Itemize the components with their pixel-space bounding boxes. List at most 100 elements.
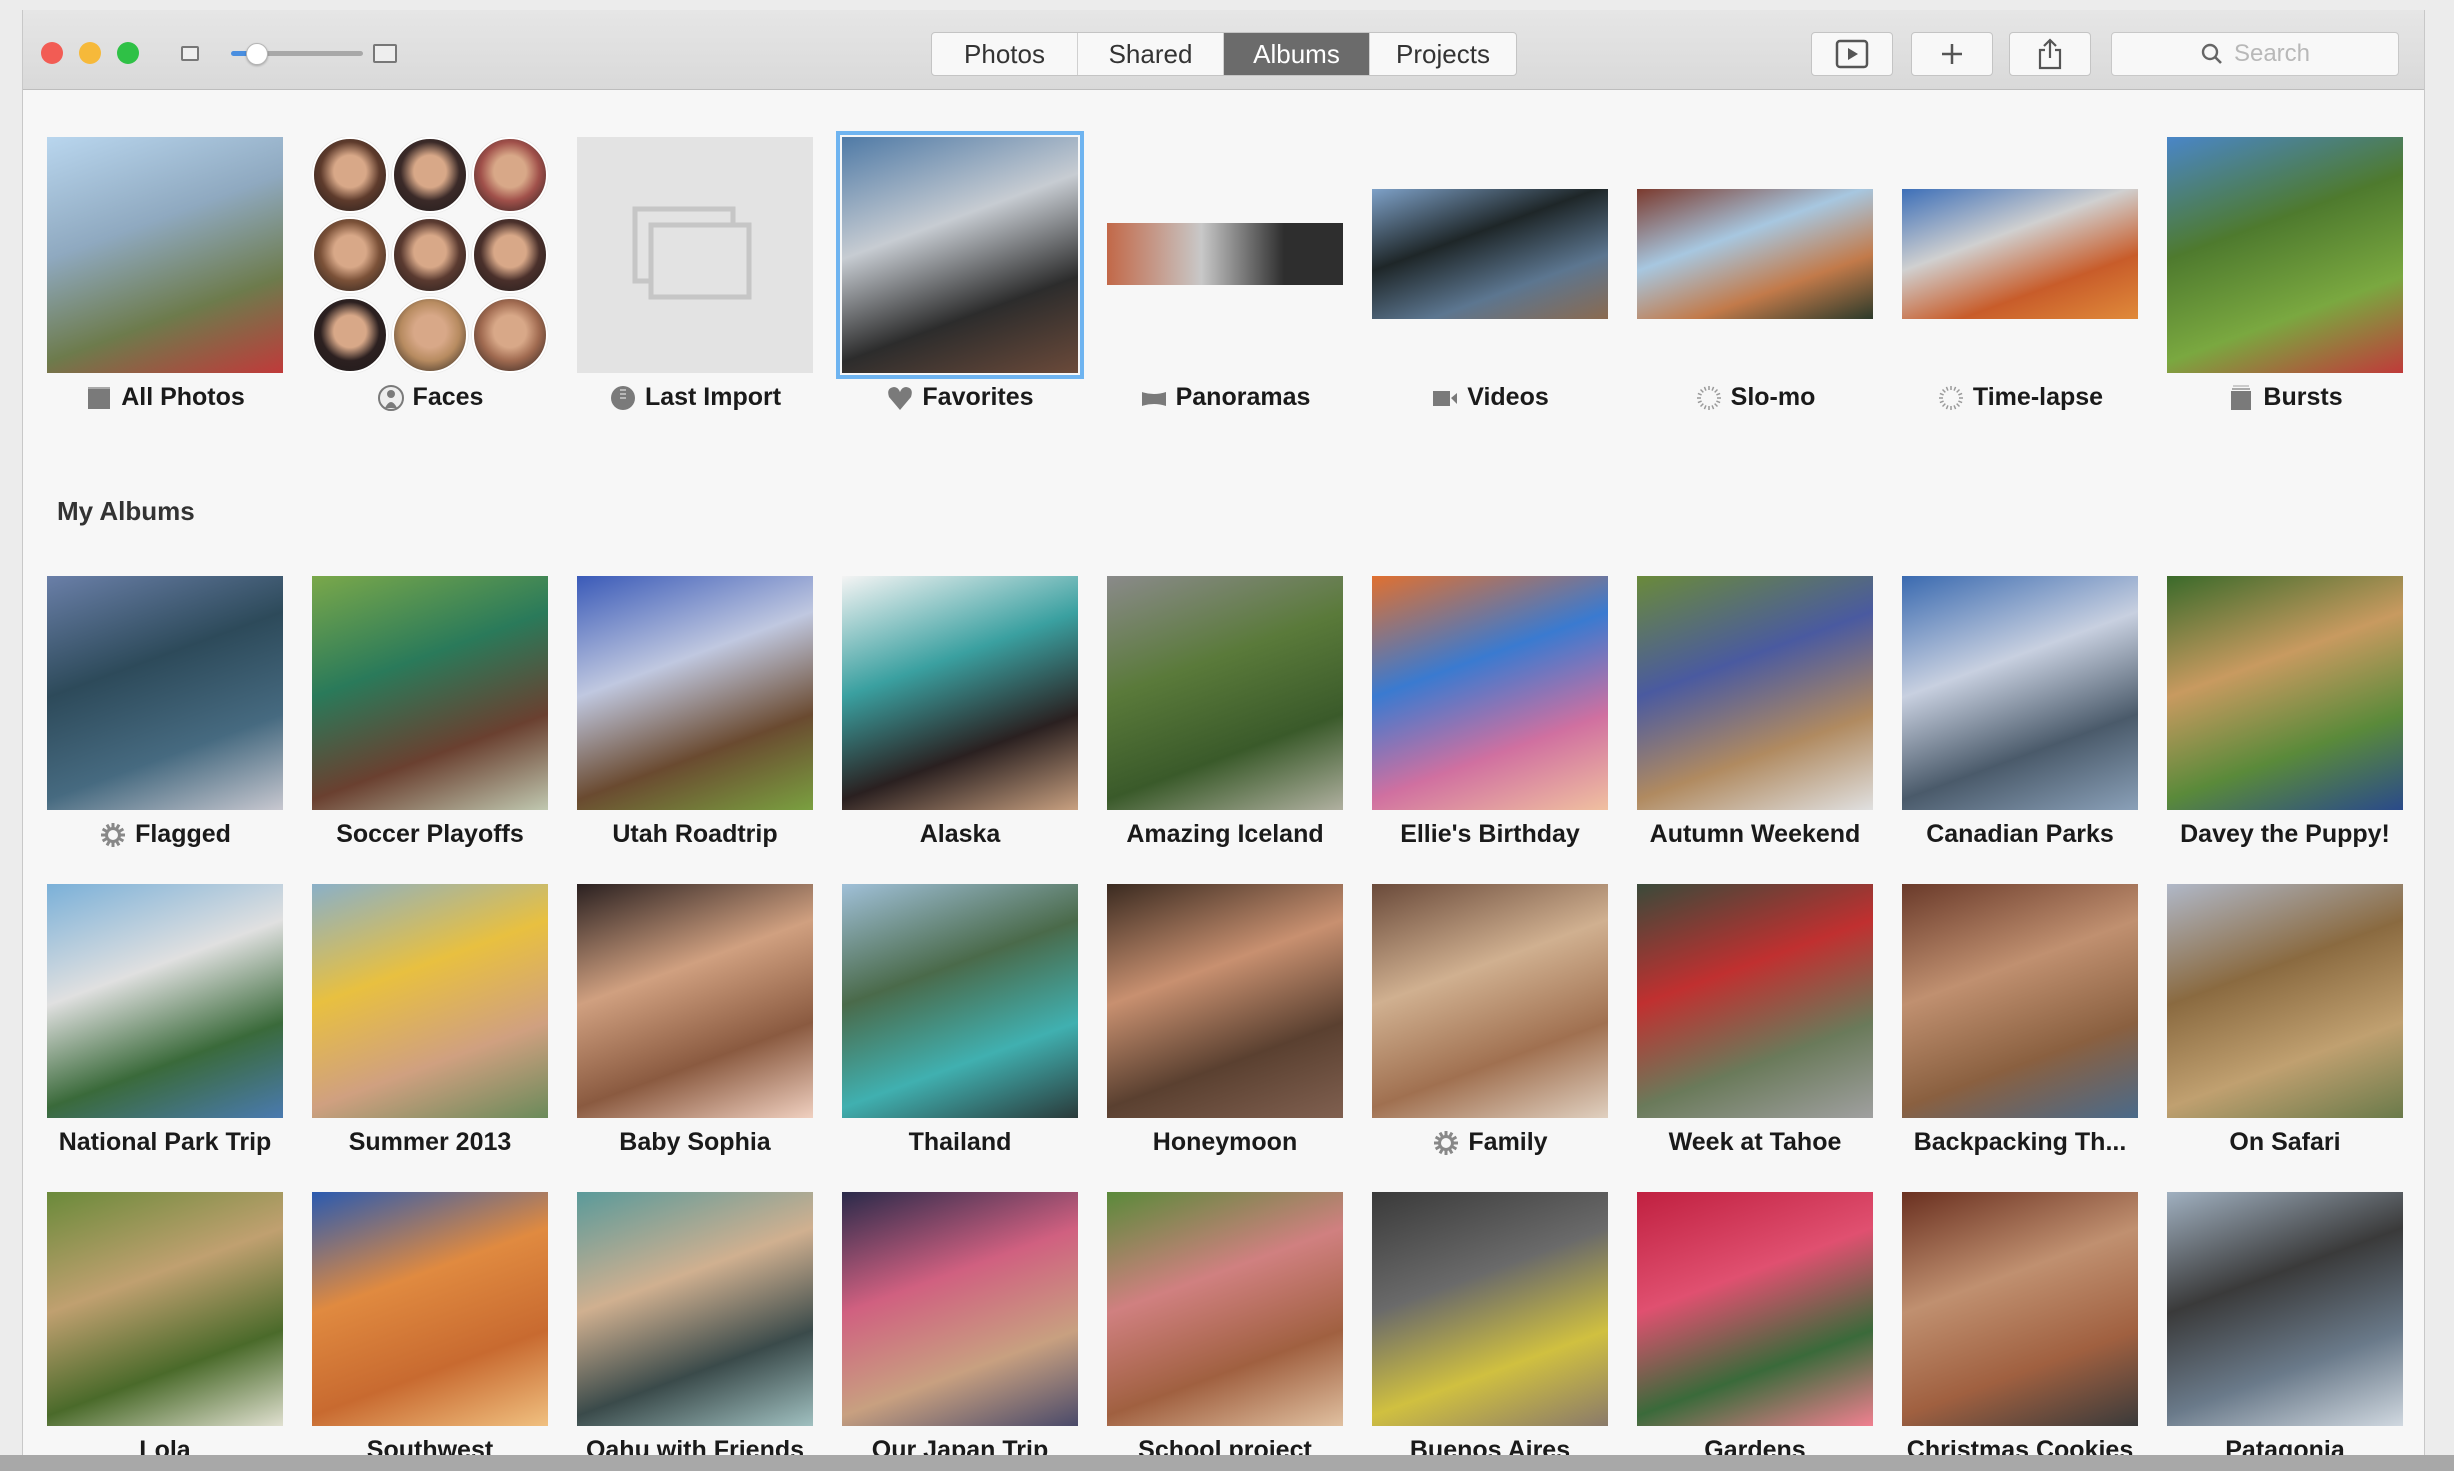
album-thumbnail[interactable] — [2167, 884, 2403, 1118]
album-label: Soccer Playoffs — [296, 820, 564, 849]
tab-projects[interactable]: Projects — [1370, 33, 1516, 75]
face-avatar — [312, 297, 388, 373]
album-title: Southwest — [366, 1436, 494, 1455]
album-title: Buenos Aires — [1409, 1436, 1571, 1455]
person-icon — [377, 384, 405, 412]
slider-knob[interactable] — [246, 43, 268, 65]
faces-grid — [312, 137, 548, 373]
empty-import-icon — [632, 206, 752, 300]
album-thumbnail[interactable] — [577, 137, 813, 373]
bursts-icon — [2227, 384, 2255, 412]
album-thumbnail[interactable] — [312, 884, 548, 1118]
album-label: Videos — [1356, 383, 1624, 412]
photos-window: Photos Shared Albums Projects Search All Ph… — [22, 10, 2425, 1455]
album-thumbnail[interactable] — [1107, 884, 1343, 1118]
album-thumbnail[interactable] — [1107, 1192, 1343, 1426]
album-thumbnail[interactable] — [312, 1192, 548, 1426]
album-thumbnail[interactable] — [312, 576, 548, 810]
tab-shared[interactable]: Shared — [1078, 33, 1224, 75]
slideshow-button[interactable] — [1811, 32, 1893, 76]
album-thumbnail[interactable] — [1372, 884, 1608, 1118]
album-thumbnail[interactable] — [2167, 137, 2403, 373]
album-thumbnail[interactable] — [47, 1192, 283, 1426]
album-thumbnail[interactable] — [842, 884, 1078, 1118]
share-icon — [2038, 38, 2062, 70]
play-icon — [1835, 39, 1869, 69]
album-thumbnail[interactable] — [577, 576, 813, 810]
album-title: Family — [1468, 1128, 1548, 1156]
album-thumbnail[interactable] — [1107, 223, 1343, 285]
album-title: School project — [1138, 1436, 1312, 1455]
album-title: All Photos — [121, 383, 245, 411]
album-title: Oahu with Friends — [585, 1436, 805, 1455]
album-label: Backpacking Th... — [1886, 1128, 2154, 1157]
album-thumbnail[interactable] — [47, 576, 283, 810]
zoom-button[interactable] — [117, 42, 139, 64]
toolbar: Photos Shared Albums Projects Search — [23, 10, 2424, 90]
album-label: Slo-mo — [1621, 383, 1889, 412]
album-thumbnail[interactable] — [47, 137, 283, 373]
album-label: Alaska — [826, 820, 1094, 849]
share-button[interactable] — [2009, 32, 2091, 76]
thumbnail-size-slider[interactable] — [253, 51, 363, 56]
album-title: Favorites — [922, 383, 1034, 411]
album-thumbnail[interactable] — [2167, 1192, 2403, 1426]
album-thumbnail[interactable] — [1902, 884, 2138, 1118]
face-avatar — [472, 217, 548, 293]
tab-albums[interactable]: Albums — [1224, 33, 1370, 75]
timelapse-icon — [1937, 384, 1965, 412]
album-title: Ellie's Birthday — [1400, 820, 1580, 848]
album-title: Baby Sophia — [619, 1128, 771, 1156]
album-label: Lola — [31, 1436, 299, 1455]
minimize-button[interactable] — [79, 42, 101, 64]
search-field[interactable]: Search — [2111, 32, 2399, 76]
album-label: Flagged — [31, 820, 299, 849]
album-thumbnail[interactable] — [47, 884, 283, 1118]
album-title: Patagonia — [2225, 1436, 2345, 1455]
album-thumbnail[interactable] — [1902, 576, 2138, 810]
album-label: Ellie's Birthday — [1356, 820, 1624, 849]
albums-content: All Photos Faces Last Import Favorites Panor… — [23, 91, 2424, 1455]
album-thumbnail[interactable] — [842, 1192, 1078, 1426]
album-thumbnail[interactable] — [1107, 576, 1343, 810]
face-avatar — [312, 137, 388, 213]
album-title: Faces — [412, 383, 484, 411]
album-title: Honeymoon — [1152, 1128, 1298, 1156]
album-thumbnail[interactable] — [842, 576, 1078, 810]
album-thumbnail[interactable] — [577, 884, 813, 1118]
album-thumbnail[interactable] — [312, 137, 548, 373]
album-title: Time-lapse — [1972, 383, 2104, 411]
search-icon — [2201, 43, 2222, 64]
album-thumbnail[interactable] — [1372, 189, 1608, 319]
album-thumbnail[interactable] — [1902, 1192, 2138, 1426]
album-label: Gardens — [1621, 1436, 1889, 1455]
album-thumbnail[interactable] — [1372, 1192, 1608, 1426]
album-thumbnail[interactable] — [1637, 576, 1873, 810]
folder-icon — [85, 384, 113, 412]
album-label: Bursts — [2151, 383, 2419, 412]
close-button[interactable] — [41, 42, 63, 64]
album-thumbnail[interactable] — [1637, 884, 1873, 1118]
video-icon — [1431, 384, 1459, 412]
add-button[interactable] — [1911, 32, 1993, 76]
album-thumbnail[interactable] — [1637, 1192, 1873, 1426]
album-title: Videos — [1467, 383, 1549, 411]
album-thumbnail[interactable] — [2167, 576, 2403, 810]
album-label: On Safari — [2151, 1128, 2419, 1157]
album-thumbnail[interactable] — [577, 1192, 813, 1426]
album-label: Oahu with Friends — [561, 1436, 829, 1455]
tab-photos[interactable]: Photos — [932, 33, 1078, 75]
album-thumbnail[interactable] — [1637, 189, 1873, 319]
face-avatar — [392, 137, 468, 213]
album-title: Slo-mo — [1730, 383, 1816, 411]
album-title: Flagged — [135, 820, 231, 848]
album-title: Alaska — [919, 820, 1001, 848]
album-title: Christmas Cookies — [1906, 1436, 2134, 1455]
face-avatar — [392, 297, 468, 373]
face-avatar — [392, 217, 468, 293]
album-label: Thailand — [826, 1128, 1094, 1157]
album-thumbnail[interactable] — [836, 131, 1084, 379]
album-thumbnail[interactable] — [1902, 189, 2138, 319]
album-thumbnail[interactable] — [1372, 576, 1608, 810]
view-tabs: Photos Shared Albums Projects — [931, 32, 1517, 76]
